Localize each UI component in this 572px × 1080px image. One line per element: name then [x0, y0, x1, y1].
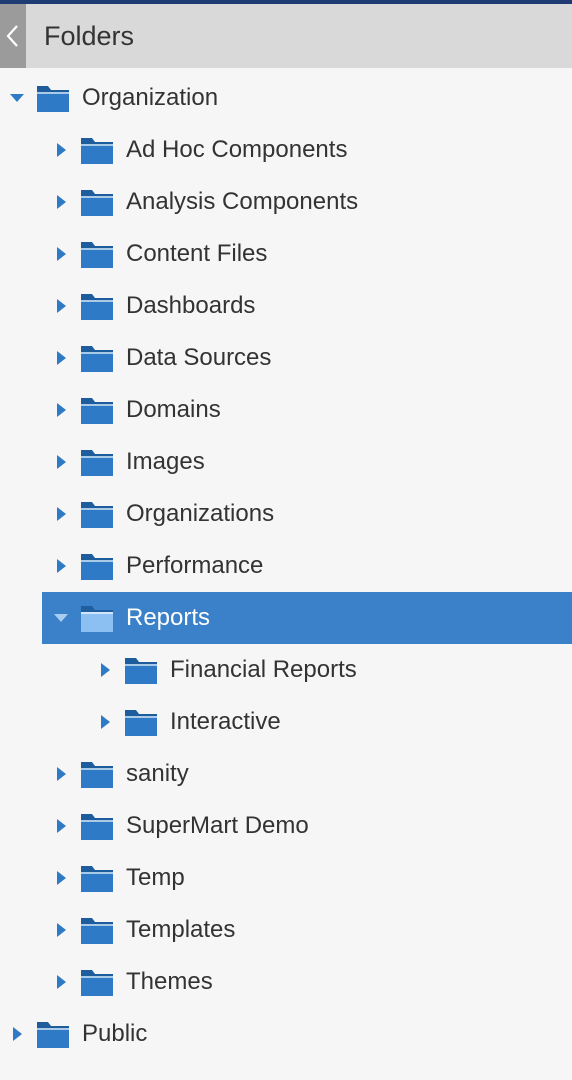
folder-icon	[80, 395, 114, 425]
tree-row-label: Temp	[126, 864, 185, 891]
caret-right-icon[interactable]	[52, 436, 72, 488]
folder-icon	[80, 915, 114, 945]
caret-right-icon[interactable]	[96, 644, 116, 696]
tree-row-label: SuperMart Demo	[126, 812, 309, 839]
tree-row-label: Financial Reports	[170, 656, 357, 683]
caret-right-icon[interactable]	[52, 748, 72, 800]
tree-row-reports[interactable]: Reports	[42, 592, 572, 644]
tree-row-organization[interactable]: Organization	[0, 72, 572, 124]
folder-icon	[36, 1019, 70, 1049]
tree-row-label: Organizations	[126, 500, 275, 527]
caret-right-icon[interactable]	[96, 696, 116, 748]
caret-right-icon[interactable]	[52, 176, 72, 228]
caret-down-icon[interactable]	[8, 72, 28, 124]
caret-right-icon[interactable]	[52, 384, 72, 436]
caret-right-icon[interactable]	[52, 332, 72, 384]
folder-icon	[80, 551, 114, 581]
folder-icon	[80, 499, 114, 529]
caret-right-icon[interactable]	[52, 956, 72, 1008]
tree-row-images[interactable]: Images	[0, 436, 572, 488]
tree-row-label: Public	[82, 1020, 148, 1047]
tree-row-analysis-components[interactable]: Analysis Components	[0, 176, 572, 228]
tree-row-temp[interactable]: Temp	[0, 852, 572, 904]
folder-icon	[80, 187, 114, 217]
folder-icon	[124, 707, 158, 737]
caret-right-icon[interactable]	[52, 124, 72, 176]
folders-panel-header: Folders	[0, 4, 572, 68]
folder-icon	[80, 603, 114, 633]
caret-right-icon[interactable]	[52, 540, 72, 592]
tree-row-label: Images	[126, 448, 205, 475]
caret-right-icon[interactable]	[8, 1008, 28, 1060]
tree-row-label: Organization	[82, 84, 219, 111]
tree-row-label: Reports	[126, 604, 211, 631]
tree-row-public[interactable]: Public	[0, 1008, 572, 1060]
tree-row-label: Data Sources	[126, 344, 272, 371]
tree-row-performance[interactable]: Performance	[0, 540, 572, 592]
tree-row-data-sources[interactable]: Data Sources	[0, 332, 572, 384]
caret-right-icon[interactable]	[52, 904, 72, 956]
tree-row-label: Interactive	[170, 708, 281, 735]
tree-row-content-files[interactable]: Content Files	[0, 228, 572, 280]
tree-row-label: Themes	[126, 968, 213, 995]
tree-row-label: Ad Hoc Components	[126, 136, 348, 163]
tree-row-domains[interactable]: Domains	[0, 384, 572, 436]
tree-row-supermart-demo[interactable]: SuperMart Demo	[0, 800, 572, 852]
folder-icon	[80, 239, 114, 269]
folder-icon	[80, 447, 114, 477]
caret-down-icon[interactable]	[52, 592, 72, 644]
folder-icon	[80, 759, 114, 789]
tree-row-financial-reports[interactable]: Financial Reports	[0, 644, 572, 696]
collapse-panel-button[interactable]	[0, 4, 26, 68]
tree-row-themes[interactable]: Themes	[0, 956, 572, 1008]
tree-row-dashboards[interactable]: Dashboards	[0, 280, 572, 332]
tree-row-templates[interactable]: Templates	[0, 904, 572, 956]
chevron-left-icon	[6, 25, 18, 47]
caret-right-icon[interactable]	[52, 228, 72, 280]
tree-row-label: Dashboards	[126, 292, 256, 319]
tree-row-sanity[interactable]: sanity	[0, 748, 572, 800]
tree-row-interactive[interactable]: Interactive	[0, 696, 572, 748]
tree-row-ad-hoc-components[interactable]: Ad Hoc Components	[0, 124, 572, 176]
folder-icon	[80, 291, 114, 321]
tree-row-label: Analysis Components	[126, 188, 359, 215]
folder-icon	[80, 343, 114, 373]
folder-icon	[36, 83, 70, 113]
caret-right-icon[interactable]	[52, 488, 72, 540]
folder-icon	[80, 811, 114, 841]
tree-row-label: Performance	[126, 552, 264, 579]
folder-icon	[124, 655, 158, 685]
panel-title: Folders	[44, 21, 135, 51]
tree-row-label: Content Files	[126, 240, 268, 267]
tree-row-label: sanity	[126, 760, 189, 787]
caret-right-icon[interactable]	[52, 800, 72, 852]
caret-right-icon[interactable]	[52, 852, 72, 904]
folder-icon	[80, 967, 114, 997]
tree-row-label: Domains	[126, 396, 221, 423]
folder-icon	[80, 863, 114, 893]
tree-row-organizations[interactable]: Organizations	[0, 488, 572, 540]
folder-icon	[80, 135, 114, 165]
tree-row-label: Templates	[126, 916, 236, 943]
caret-right-icon[interactable]	[52, 280, 72, 332]
